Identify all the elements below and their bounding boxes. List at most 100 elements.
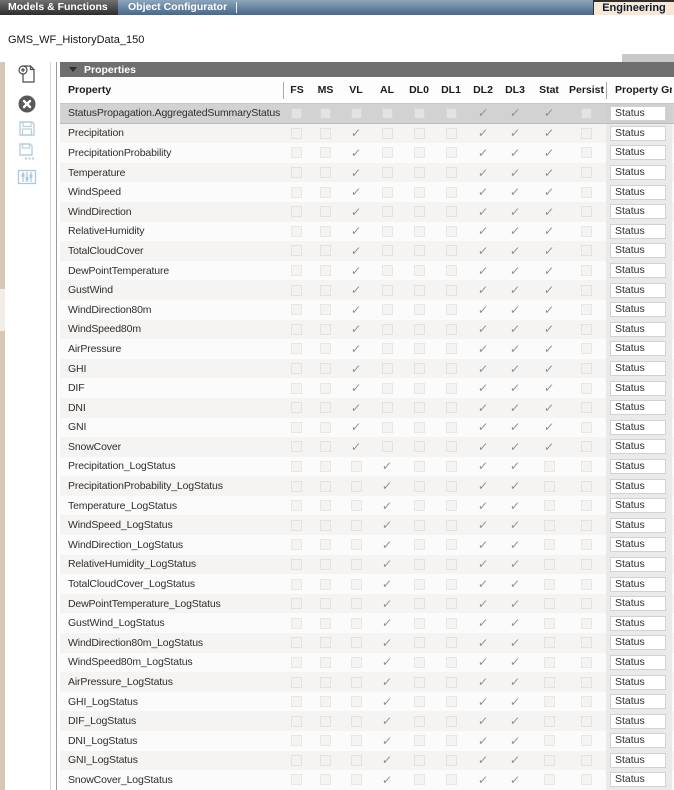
persist-checkbox[interactable] [581, 539, 592, 550]
al-checkbox[interactable]: ✓ [381, 558, 392, 570]
al-checkbox[interactable] [382, 245, 393, 256]
vl-checkbox[interactable] [351, 677, 362, 688]
al-checkbox[interactable] [382, 285, 393, 296]
dl3-checkbox[interactable]: ✓ [509, 519, 520, 531]
vl-checkbox[interactable] [351, 657, 362, 668]
dl2-checkbox[interactable]: ✓ [477, 167, 488, 179]
property-group-cell[interactable]: Status [610, 400, 666, 415]
fs-checkbox[interactable] [291, 343, 302, 354]
property-group-cell[interactable]: Status [610, 577, 666, 592]
dl2-checkbox[interactable]: ✓ [477, 617, 488, 629]
ms-checkbox[interactable] [320, 402, 331, 413]
persist-checkbox[interactable] [581, 363, 592, 374]
dl3-checkbox[interactable]: ✓ [509, 127, 520, 139]
vl-checkbox[interactable]: ✓ [350, 323, 361, 335]
dl2-checkbox[interactable]: ✓ [477, 774, 488, 786]
al-checkbox[interactable] [382, 265, 393, 276]
stat-checkbox[interactable]: ✓ [543, 363, 554, 375]
dl3-checkbox[interactable]: ✓ [509, 167, 520, 179]
ms-checkbox[interactable] [320, 461, 331, 472]
dl3-checkbox[interactable]: ✓ [509, 558, 520, 570]
persist-checkbox[interactable] [581, 520, 592, 531]
persist-checkbox[interactable] [581, 481, 592, 492]
dl2-checkbox[interactable]: ✓ [477, 245, 488, 257]
stat-checkbox[interactable]: ✓ [543, 245, 554, 257]
dl3-checkbox[interactable]: ✓ [509, 500, 520, 512]
dl2-checkbox[interactable]: ✓ [477, 696, 488, 708]
ms-checkbox[interactable] [320, 128, 331, 139]
property-group-cell[interactable]: Status [610, 518, 666, 533]
property-group-cell[interactable]: Status [610, 283, 666, 298]
persist-checkbox[interactable] [581, 343, 592, 354]
dl1-checkbox[interactable] [446, 304, 457, 315]
al-checkbox[interactable]: ✓ [381, 598, 392, 610]
tab-models-functions[interactable]: Models & Functions [0, 0, 118, 15]
dl0-checkbox[interactable] [414, 108, 425, 119]
dl1-checkbox[interactable] [446, 128, 457, 139]
ms-checkbox[interactable] [320, 422, 331, 433]
al-checkbox[interactable]: ✓ [381, 735, 392, 747]
ms-checkbox[interactable] [320, 167, 331, 178]
persist-checkbox[interactable] [581, 735, 592, 746]
stat-checkbox[interactable]: ✓ [543, 265, 554, 277]
al-checkbox[interactable] [382, 422, 393, 433]
dl0-checkbox[interactable] [414, 245, 425, 256]
ms-checkbox[interactable] [320, 774, 331, 785]
table-row[interactable]: WindSpeed_LogStatus✓✓✓Status [60, 515, 674, 535]
al-checkbox[interactable]: ✓ [381, 676, 392, 688]
dl3-checkbox[interactable]: ✓ [509, 578, 520, 590]
fs-checkbox[interactable] [291, 696, 302, 707]
table-row[interactable]: PrecipitationProbability✓✓✓✓Status [60, 143, 674, 163]
dl1-checkbox[interactable] [446, 774, 457, 785]
dl2-checkbox[interactable]: ✓ [477, 147, 488, 159]
property-group-cell[interactable]: Status [610, 185, 666, 200]
column-header-dl0[interactable]: DL0 [403, 84, 435, 96]
al-checkbox[interactable] [382, 383, 393, 394]
vl-checkbox[interactable]: ✓ [350, 186, 361, 198]
ms-checkbox[interactable] [320, 520, 331, 531]
ms-checkbox[interactable] [320, 598, 331, 609]
dl2-checkbox[interactable]: ✓ [477, 578, 488, 590]
persist-checkbox[interactable] [581, 108, 592, 119]
table-row[interactable]: GHI✓✓✓✓Status [60, 359, 674, 379]
persist-checkbox[interactable] [581, 187, 592, 198]
vl-checkbox[interactable]: ✓ [350, 343, 361, 355]
property-group-cell[interactable]: Status [610, 224, 666, 239]
dl0-checkbox[interactable] [414, 285, 425, 296]
fs-checkbox[interactable] [291, 481, 302, 492]
dl0-checkbox[interactable] [414, 559, 425, 570]
dl0-checkbox[interactable] [414, 500, 425, 511]
stat-checkbox[interactable] [544, 500, 555, 511]
dl2-checkbox[interactable]: ✓ [477, 284, 488, 296]
ms-checkbox[interactable] [320, 383, 331, 394]
dl2-checkbox[interactable]: ✓ [477, 539, 488, 551]
fs-checkbox[interactable] [291, 422, 302, 433]
dl2-checkbox[interactable]: ✓ [477, 500, 488, 512]
persist-checkbox[interactable] [581, 500, 592, 511]
vl-checkbox[interactable] [351, 520, 362, 531]
property-group-cell[interactable]: Status [610, 733, 666, 748]
dl2-checkbox[interactable]: ✓ [477, 460, 488, 472]
table-row[interactable]: WindDirection_LogStatus✓✓✓Status [60, 535, 674, 555]
property-group-cell[interactable]: Status [610, 381, 666, 396]
dl1-checkbox[interactable] [446, 441, 457, 452]
dl0-checkbox[interactable] [414, 343, 425, 354]
vl-checkbox[interactable]: ✓ [350, 147, 361, 159]
fs-checkbox[interactable] [291, 520, 302, 531]
dl1-checkbox[interactable] [446, 716, 457, 727]
dl3-checkbox[interactable]: ✓ [509, 715, 520, 727]
stat-checkbox[interactable]: ✓ [543, 127, 554, 139]
dl0-checkbox[interactable] [414, 206, 425, 217]
ms-checkbox[interactable] [320, 304, 331, 315]
fs-checkbox[interactable] [291, 402, 302, 413]
property-group-cell[interactable]: Status [610, 145, 666, 160]
al-checkbox[interactable] [382, 206, 393, 217]
dl2-checkbox[interactable]: ✓ [477, 676, 488, 688]
dl3-checkbox[interactable]: ✓ [509, 147, 520, 159]
dl3-checkbox[interactable]: ✓ [509, 107, 520, 119]
persist-checkbox[interactable] [581, 657, 592, 668]
table-row[interactable]: DIF_LogStatus✓✓✓Status [60, 711, 674, 731]
dl3-checkbox[interactable]: ✓ [509, 363, 520, 375]
table-row[interactable]: Precipitation✓✓✓✓Status [60, 124, 674, 144]
column-header-al[interactable]: AL [371, 84, 403, 96]
